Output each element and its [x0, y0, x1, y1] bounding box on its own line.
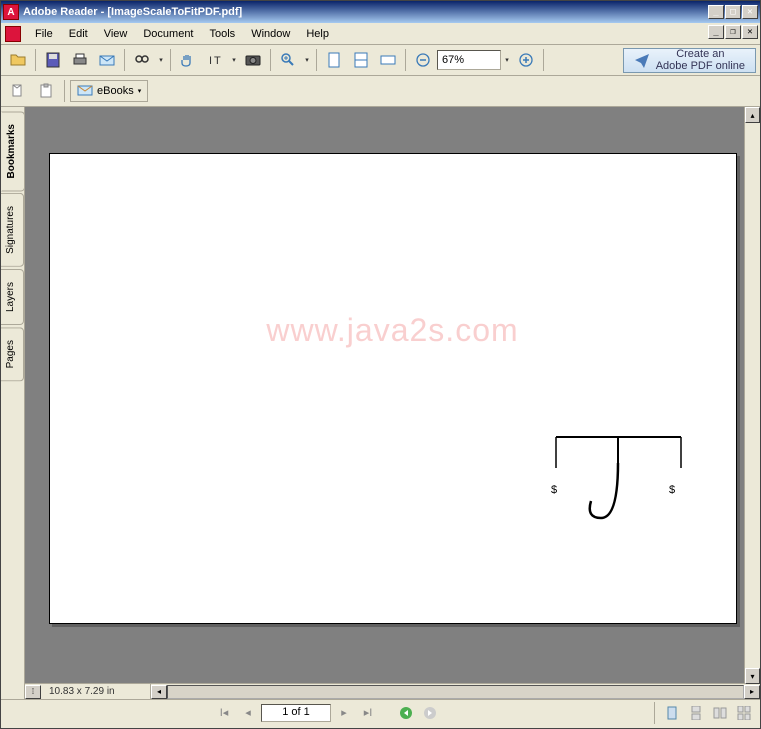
page-number-box[interactable]: 1 of 1: [261, 704, 331, 722]
create-pdf-line2: Adobe PDF online: [656, 60, 745, 72]
zoom-out-button[interactable]: [410, 47, 436, 73]
menu-tools[interactable]: Tools: [202, 26, 244, 42]
first-page-button[interactable]: I◂: [213, 704, 235, 722]
main-area: Bookmarks Signatures Layers Pages www.ja…: [1, 107, 760, 699]
secondary-toolbar: eBooks ▾: [1, 76, 760, 107]
svg-text:$: $: [551, 484, 557, 496]
main-toolbar: ▾ IT ▾ ▾ ▾ Create anAdobe PDF online: [1, 45, 760, 76]
mdi-buttons: _ ❐ ✕: [708, 25, 758, 39]
separator: [170, 49, 171, 71]
attach-button[interactable]: [5, 78, 31, 104]
facing-view[interactable]: [710, 704, 730, 722]
email-button[interactable]: [94, 47, 120, 73]
clipboard-button[interactable]: [33, 78, 59, 104]
page-image: $ $: [551, 433, 686, 533]
scroll-right-arrow[interactable]: ▸: [744, 685, 760, 699]
mdi-minimize-button[interactable]: _: [708, 25, 724, 39]
zoom-level-dropdown[interactable]: ▾: [502, 56, 512, 64]
tab-pages[interactable]: Pages: [1, 327, 24, 381]
svg-text:$: $: [669, 484, 675, 496]
status-bar: I◂ ◂ 1 of 1 ▸ ▸I: [1, 699, 760, 725]
back-view-button[interactable]: [395, 704, 417, 722]
menu-view[interactable]: View: [96, 26, 136, 42]
hand-tool-button[interactable]: [175, 47, 201, 73]
menu-window[interactable]: Window: [243, 26, 298, 42]
maximize-button[interactable]: □: [725, 5, 741, 19]
separator: [124, 49, 125, 71]
menu-help[interactable]: Help: [298, 26, 337, 42]
ebooks-icon: [77, 84, 93, 98]
document-area: www.java2s.com $ $ ▴ ▾ ⁞ 10.83 x 7.29 in…: [25, 107, 760, 699]
separator: [270, 49, 271, 71]
watermark-text: www.java2s.com: [266, 312, 518, 349]
minimize-button[interactable]: _: [708, 5, 724, 19]
search-dropdown[interactable]: ▾: [156, 56, 166, 64]
zoom-in-button[interactable]: [275, 47, 301, 73]
menu-bar: File Edit View Document Tools Window Hel…: [1, 23, 760, 45]
prev-page-button[interactable]: ◂: [237, 704, 259, 722]
zoom-in-circle-button[interactable]: [513, 47, 539, 73]
close-button[interactable]: ✕: [742, 5, 758, 19]
zoom-input[interactable]: [437, 50, 501, 70]
next-page-button[interactable]: ▸: [333, 704, 355, 722]
horizontal-scrollbar: ⁞ 10.83 x 7.29 in ◂ ▸: [25, 683, 760, 699]
create-pdf-label: Create anAdobe PDF online: [656, 48, 745, 72]
tab-signatures[interactable]: Signatures: [1, 193, 24, 267]
search-button[interactable]: [129, 47, 155, 73]
rotate-button[interactable]: [375, 47, 401, 73]
scroll-left-arrow[interactable]: ◂: [151, 685, 167, 699]
svg-text:T: T: [214, 55, 221, 67]
create-pdf-line1: Create an: [676, 48, 724, 60]
svg-text:I: I: [209, 55, 212, 67]
title-bar: A Adobe Reader - [ImageScaleToFitPDF.pdf…: [1, 1, 760, 23]
separator: [35, 49, 36, 71]
scroll-grabber[interactable]: ⁞: [25, 685, 41, 699]
window-title: Adobe Reader - [ImageScaleToFitPDF.pdf]: [23, 6, 708, 18]
tab-layers[interactable]: Layers: [1, 269, 24, 325]
tab-bookmarks[interactable]: Bookmarks: [1, 111, 25, 191]
zoom-dropdown[interactable]: ▾: [302, 56, 312, 64]
fit-width-button[interactable]: [348, 47, 374, 73]
mdi-restore-button[interactable]: ❐: [725, 25, 741, 39]
forward-view-button[interactable]: [419, 704, 441, 722]
app-icon: A: [3, 4, 19, 20]
menu-document[interactable]: Document: [135, 26, 201, 42]
fit-page-button[interactable]: [321, 47, 347, 73]
paper-plane-icon: [634, 52, 650, 68]
doc-icon: [5, 26, 21, 42]
hscroll-track[interactable]: [167, 685, 744, 699]
window-buttons: _ □ ✕: [708, 5, 758, 19]
scroll-down-arrow[interactable]: ▾: [745, 668, 760, 684]
single-page-view[interactable]: [662, 704, 682, 722]
create-pdf-button[interactable]: Create anAdobe PDF online: [623, 48, 756, 73]
ebooks-label: eBooks: [97, 85, 134, 97]
separator: [543, 49, 544, 71]
pdf-page: www.java2s.com $ $: [49, 153, 737, 624]
menu-edit[interactable]: Edit: [61, 26, 96, 42]
page-nav: I◂ ◂ 1 of 1 ▸ ▸I: [213, 704, 441, 722]
separator: [64, 80, 65, 102]
nav-panel: Bookmarks Signatures Layers Pages: [1, 107, 25, 699]
document-canvas[interactable]: www.java2s.com $ $: [25, 107, 760, 683]
separator: [316, 49, 317, 71]
separator: [654, 702, 655, 724]
print-button[interactable]: [67, 47, 93, 73]
select-dropdown[interactable]: ▾: [229, 56, 239, 64]
vertical-scrollbar[interactable]: ▴ ▾: [744, 107, 760, 684]
text-select-button[interactable]: IT: [202, 47, 228, 73]
open-button[interactable]: [5, 47, 31, 73]
save-button[interactable]: [40, 47, 66, 73]
snapshot-button[interactable]: [240, 47, 266, 73]
separator: [405, 49, 406, 71]
scroll-up-arrow[interactable]: ▴: [745, 107, 760, 123]
chevron-down-icon: ▾: [138, 87, 142, 95]
last-page-button[interactable]: ▸I: [357, 704, 379, 722]
ebooks-button[interactable]: eBooks ▾: [70, 80, 148, 102]
mdi-close-button[interactable]: ✕: [742, 25, 758, 39]
continuous-view[interactable]: [686, 704, 706, 722]
page-dimensions: 10.83 x 7.29 in: [41, 684, 151, 699]
continuous-facing-view[interactable]: [734, 704, 754, 722]
menu-file[interactable]: File: [27, 26, 61, 42]
